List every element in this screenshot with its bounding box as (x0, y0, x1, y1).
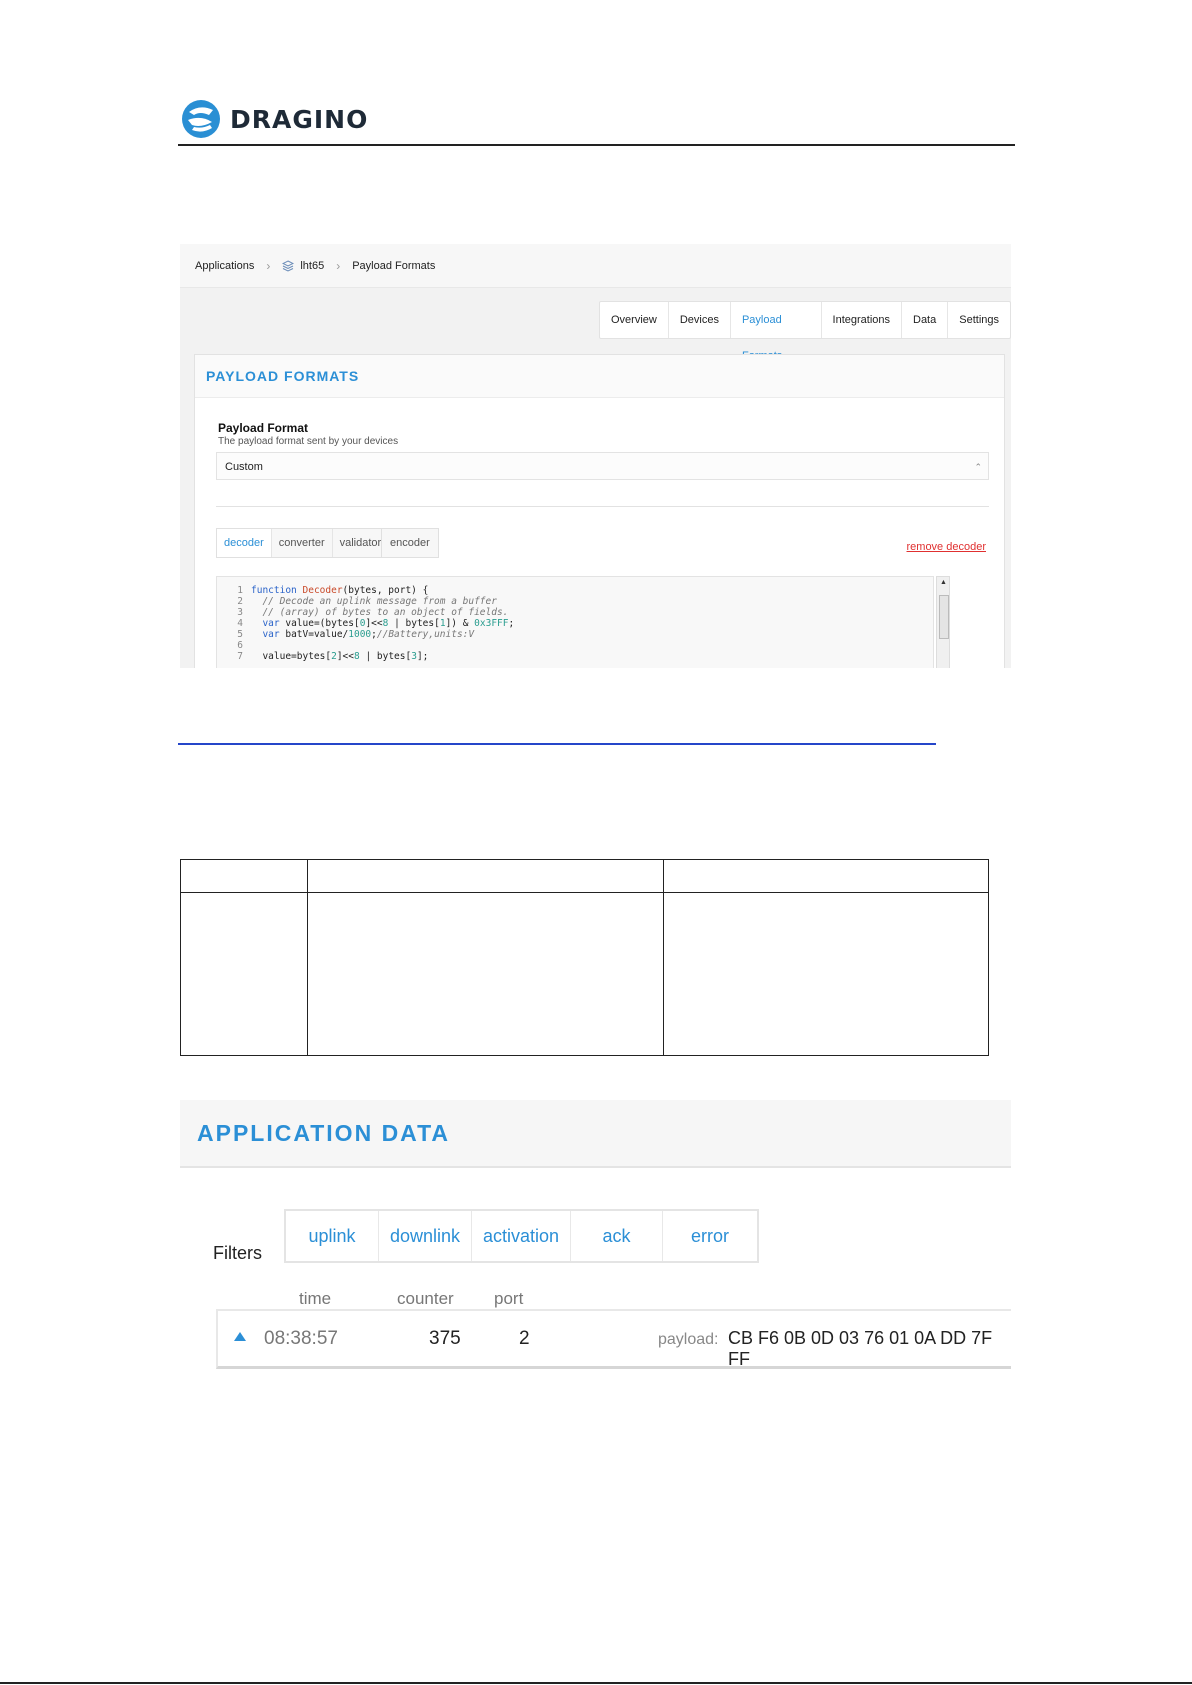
code-line: 6 (237, 640, 243, 651)
tab-devices[interactable]: Devices (669, 302, 731, 338)
filter-ack[interactable]: ack (571, 1211, 663, 1261)
payload-format-value: Custom (225, 461, 263, 473)
filters-label: Filters (213, 1243, 262, 1263)
tab-integrations[interactable]: Integrations (822, 302, 902, 338)
divider (216, 506, 989, 507)
app-tabs: Overview Devices Payload Formats Integra… (599, 301, 1011, 362)
code-line: 1 function Decoder(bytes, port) { (237, 585, 429, 596)
chevron-right-icon: › (336, 258, 341, 273)
expand-triangle-icon[interactable] (234, 1332, 246, 1341)
code-line: 7 value=bytes[2]<<8 | bytes[3]; (237, 651, 429, 662)
tab-validator[interactable]: validator (333, 529, 389, 557)
payload-format-description: The payload format sent by your devices (218, 436, 399, 447)
payload-format-label: Payload Format (218, 421, 309, 435)
dragino-logo: DRAGINO (180, 98, 368, 140)
code-line: 5 var batV=value/1000;//Battery,units:V (237, 629, 475, 640)
payload-format-select[interactable]: Custom ⌃ (216, 452, 989, 480)
table-row[interactable]: 08:38:57 375 2 payload: CB F6 0B 0D 03 7… (216, 1309, 1011, 1369)
code-line: 3 // (array) of bytes to an object of fi… (237, 607, 509, 618)
filter-error[interactable]: error (663, 1211, 757, 1261)
logo-text: DRAGINO (230, 104, 369, 134)
table-cell (663, 892, 989, 1056)
empty-table (180, 859, 989, 1056)
code-line: 4 var value=(bytes[0]<<8 | bytes[1]) & 0… (237, 618, 515, 629)
table-cell (307, 859, 664, 893)
payload-formats-screenshot: Applications › lht65 › Payload Formats O… (180, 244, 1011, 668)
table-cell (180, 892, 308, 1056)
code-scrollbar[interactable]: ▲ (936, 576, 950, 668)
filter-uplink[interactable]: uplink (286, 1211, 379, 1261)
row-time: 08:38:57 (264, 1328, 338, 1349)
tab-data[interactable]: Data (902, 302, 949, 338)
breadcrumb: Applications › lht65 › Payload Formats (180, 244, 1011, 288)
code-editor[interactable]: 1 function Decoder(bytes, port) {2 // Dec… (216, 576, 934, 668)
code-line: 2 // Decode an uplink message from a buf… (237, 596, 497, 607)
filter-downlink[interactable]: downlink (379, 1211, 472, 1261)
select-arrows-icon: ⌃ (974, 462, 982, 472)
table-cell (663, 859, 989, 893)
filter-tabs: uplink downlink activation ack error (284, 1209, 759, 1263)
row-port: 2 (519, 1328, 530, 1349)
scroll-up-icon[interactable]: ▲ (940, 579, 947, 586)
chevron-right-icon: › (266, 258, 271, 273)
tab-settings[interactable]: Settings (948, 302, 1010, 338)
column-header-time: time (299, 1289, 332, 1308)
footer-rule (0, 1682, 1192, 1684)
application-data-screenshot: APPLICATION DATA Filters uplink downlink… (180, 1100, 1011, 1372)
row-payload-label: payload: (658, 1331, 719, 1348)
tab-converter[interactable]: converter (272, 529, 333, 557)
column-header-port: port (494, 1289, 524, 1308)
table-cell (180, 859, 308, 893)
breadcrumb-applications[interactable]: Applications (195, 260, 254, 272)
tab-overview[interactable]: Overview (600, 302, 669, 338)
column-header-counter: counter (397, 1289, 454, 1308)
tab-payload-formats[interactable]: Payload Formats (731, 302, 822, 362)
function-tabs: decoder converter validator (216, 528, 390, 558)
tab-encoder[interactable]: encoder (381, 528, 439, 558)
stack-icon (282, 259, 295, 272)
table-cell (307, 892, 664, 1056)
application-data-title: APPLICATION DATA (180, 1100, 1011, 1168)
row-payload: CB F6 0B 0D 03 76 01 0A DD 7F FF (728, 1328, 993, 1369)
payload-formats-card: PAYLOAD FORMATS Payload Format The paylo… (194, 354, 1005, 668)
breadcrumb-app[interactable]: lht65 (300, 260, 324, 272)
scroll-thumb[interactable] (939, 595, 949, 639)
filter-activation[interactable]: activation (472, 1211, 571, 1261)
breadcrumb-current: Payload Formats (352, 259, 436, 272)
dragino-logo-icon (182, 100, 220, 138)
tab-decoder[interactable]: decoder (217, 529, 272, 557)
remove-decoder-link[interactable]: remove decoder (907, 541, 987, 553)
row-counter: 375 (429, 1328, 461, 1349)
header-rule (178, 144, 1015, 146)
link-underline (178, 743, 936, 745)
card-title: PAYLOAD FORMATS (195, 355, 1004, 398)
